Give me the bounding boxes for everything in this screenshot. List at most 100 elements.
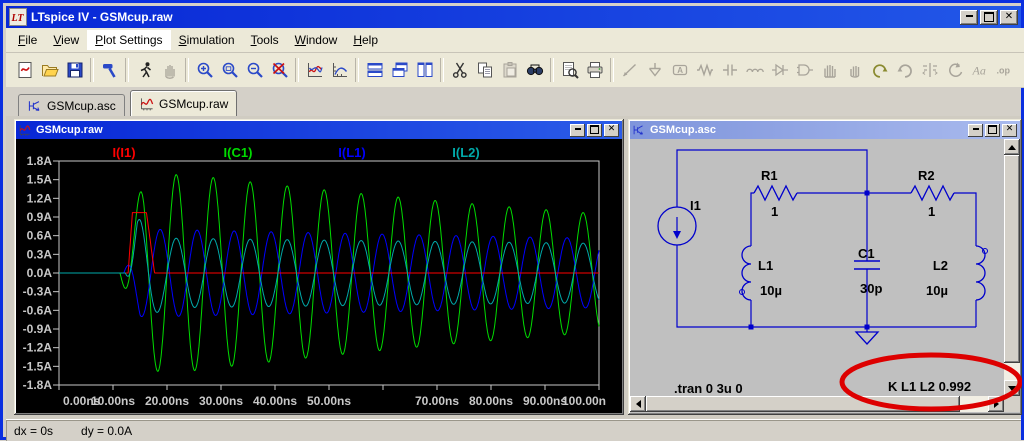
schematic-icon (27, 98, 43, 114)
svg-text:20.00ns: 20.00ns (145, 394, 189, 408)
cut-button[interactable] (447, 57, 472, 83)
svg-text:70.00ns: 70.00ns (415, 394, 459, 408)
waveform-plot-area[interactable]: I(I1)I(C1)I(L1)I(L2)1.8A1.5A1.2A0.9A0.6A… (16, 139, 622, 413)
print-preview-button[interactable] (557, 57, 582, 83)
inductor-L1 (742, 246, 751, 300)
directive-coupling: K L1 L2 0.992 (888, 379, 971, 394)
toolbar-separator (90, 58, 94, 82)
svg-text:10.00ns: 10.00ns (91, 394, 135, 408)
print-button[interactable] (582, 57, 607, 83)
scroll-down-button[interactable] (1004, 380, 1020, 396)
value-C1: 30p (860, 281, 882, 296)
capacitor-button (717, 57, 742, 83)
zoom-full-button[interactable] (267, 57, 292, 83)
menu-item-window[interactable]: Window (287, 30, 346, 50)
cut-icon (450, 60, 470, 80)
arrow-left-icon (632, 400, 641, 408)
zoom-out-icon (245, 60, 265, 80)
maximize-button[interactable] (980, 10, 998, 25)
schematic-window-title: GSMcup.asc (650, 124, 716, 136)
zoom-area-button[interactable] (217, 57, 242, 83)
zoom-full-icon (270, 60, 290, 80)
zoom-in-icon (195, 60, 215, 80)
ground-icon (645, 60, 665, 80)
menu-item-simulation[interactable]: Simulation (171, 30, 243, 50)
find-icon (525, 60, 545, 80)
waveform-window: GSMcup.raw ✕ I(I1)I(C1)I(L1)I(L2)1.8A1.5… (14, 119, 624, 415)
schematic-minimize-button[interactable] (968, 124, 983, 137)
scroll-right-button[interactable] (988, 396, 1004, 412)
app-logo-icon[interactable]: LT (9, 8, 27, 26)
find-button[interactable] (522, 57, 547, 83)
hscroll-thumb[interactable] (646, 396, 960, 412)
undo-button[interactable] (867, 57, 892, 83)
waveform-plot: I(I1)I(C1)I(L1)I(L2)1.8A1.5A1.2A0.9A0.6A… (16, 139, 622, 413)
save-icon (65, 60, 85, 80)
svg-text:-1.8A: -1.8A (23, 378, 53, 392)
component-button (792, 57, 817, 83)
tab-label: GSMcup.raw (159, 97, 228, 111)
schematic-canvas[interactable]: I1R11R21L110µC130pL210µ.tran 0 3u 0K L1 … (630, 139, 1020, 413)
svg-text:-0.6A: -0.6A (23, 303, 53, 317)
schematic-close-button[interactable]: ✕ (1002, 124, 1017, 137)
svg-text:1.5A: 1.5A (27, 173, 53, 187)
svg-text:90.00ns: 90.00ns (523, 394, 567, 408)
cascade-button[interactable] (387, 57, 412, 83)
schematic-maximize-button[interactable] (985, 124, 1000, 137)
resistor-R1 (754, 186, 797, 200)
scroll-left-button[interactable] (630, 396, 646, 412)
menu-item-plot-settings[interactable]: Plot Settings (87, 30, 170, 50)
waveform-close-button[interactable]: ✕ (604, 124, 619, 137)
schematic-hscrollbar[interactable] (630, 396, 1004, 412)
tab-gsmcup.asc[interactable]: GSMcup.asc (18, 94, 125, 116)
schematic-window-icon (632, 123, 646, 137)
value-R1: 1 (771, 204, 778, 219)
control-panel-button[interactable] (97, 57, 122, 83)
plot-settings-button[interactable] (327, 57, 352, 83)
legend-I(L2)[interactable]: I(L2) (452, 145, 479, 160)
legend-I(L1)[interactable]: I(L1) (338, 145, 365, 160)
waveform-maximize-button[interactable] (587, 124, 602, 137)
ltspice-app: { "window": { "title": "LTspice IV - GSM… (0, 0, 1024, 440)
label-L1: L1 (758, 258, 773, 273)
close-button[interactable]: ✕ (1000, 10, 1018, 25)
value-L1: 10µ (760, 283, 782, 298)
tile-horizontal-button[interactable] (362, 57, 387, 83)
menu-item-help[interactable]: Help (345, 30, 386, 50)
save-button[interactable] (62, 57, 87, 83)
svg-text:-0.3A: -0.3A (23, 285, 53, 299)
waveform-icon (139, 96, 155, 112)
menu-item-view[interactable]: View (45, 30, 87, 50)
copy-button[interactable] (472, 57, 497, 83)
minimize-button[interactable] (960, 10, 978, 25)
wire-icon (620, 60, 640, 80)
move-button (817, 57, 842, 83)
autorange-button[interactable] (302, 57, 327, 83)
scroll-up-button[interactable] (1004, 139, 1020, 155)
svg-text:0.9A: 0.9A (27, 210, 53, 224)
drag-button (842, 57, 867, 83)
menu-item-file[interactable]: File (10, 30, 45, 50)
tile-vertical-button[interactable] (412, 57, 437, 83)
menu-item-tools[interactable]: Tools (243, 30, 287, 50)
waveform-minimize-button[interactable] (570, 124, 585, 137)
resistor-R2 (911, 186, 954, 200)
halt-icon (160, 60, 180, 80)
toolbar-separator (610, 58, 614, 82)
vscroll-thumb[interactable] (1004, 155, 1020, 363)
zoom-in-button[interactable] (192, 57, 217, 83)
new-schematic-button[interactable] (12, 57, 37, 83)
ground-symbol (856, 332, 878, 344)
capacitor-C1 (854, 261, 880, 269)
schematic-vscrollbar[interactable] (1004, 139, 1020, 396)
halt-button (157, 57, 182, 83)
autorange-icon (305, 60, 325, 80)
run-button[interactable] (132, 57, 157, 83)
zoom-out-button[interactable] (242, 57, 267, 83)
open-button[interactable] (37, 57, 62, 83)
legend-I(I1)[interactable]: I(I1) (112, 145, 135, 160)
tab-gsmcup.raw[interactable]: GSMcup.raw (130, 90, 237, 116)
legend-I(C1)[interactable]: I(C1) (224, 145, 253, 160)
tab-label: GSMcup.asc (47, 99, 116, 113)
net-label-button: A (667, 57, 692, 83)
